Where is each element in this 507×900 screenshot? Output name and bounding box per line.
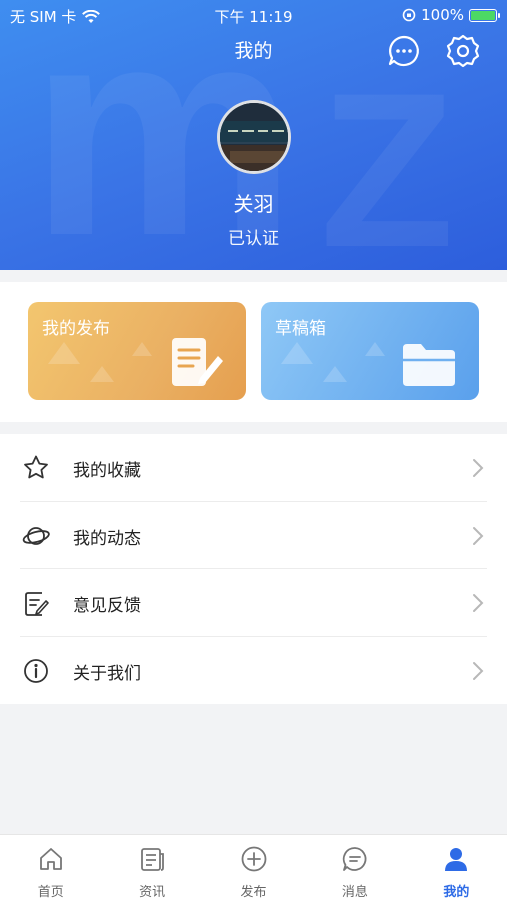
plus-circle-icon bbox=[241, 846, 266, 872]
decoration-triangle bbox=[90, 366, 114, 382]
menu-item-label: 意见反馈 bbox=[73, 596, 141, 616]
tab-publish[interactable]: 发布 bbox=[203, 835, 304, 900]
menu-item-favorites[interactable]: 我的收藏 bbox=[0, 434, 507, 502]
tab-label: 首页 bbox=[37, 885, 64, 900]
chevron-right-icon bbox=[473, 594, 484, 612]
menu-item-label: 关于我们 bbox=[73, 663, 141, 684]
drafts-label: 草稿箱 bbox=[275, 319, 326, 339]
battery-percent: 100% bbox=[421, 6, 464, 24]
profile-header: m Z 无 SIM 卡 下午 11:19 100% 我的 关羽 已认证 bbox=[0, 0, 507, 270]
user-icon bbox=[445, 848, 468, 871]
menu-item-label: 我的收藏 bbox=[73, 461, 141, 481]
my-posts-card[interactable]: 我的发布 bbox=[28, 302, 246, 400]
tab-label: 资讯 bbox=[139, 885, 166, 900]
orientation-lock-icon bbox=[402, 8, 416, 22]
chevron-right-icon bbox=[473, 661, 484, 680]
drafts-card[interactable]: 草稿箱 bbox=[261, 302, 479, 400]
decoration-triangle bbox=[323, 366, 347, 382]
user-name: 关羽 bbox=[233, 192, 274, 216]
avatar[interactable] bbox=[217, 100, 291, 174]
tab-label: 我的 bbox=[443, 885, 470, 900]
folder-icon bbox=[403, 344, 455, 386]
menu-item-about[interactable]: 关于我们 bbox=[0, 637, 507, 705]
menu-item-label: 我的动态 bbox=[73, 528, 141, 549]
status-battery-group: 100% bbox=[402, 6, 500, 24]
settings-gear-icon[interactable] bbox=[446, 34, 480, 68]
my-posts-label: 我的发布 bbox=[42, 319, 110, 339]
decoration-triangle bbox=[281, 342, 313, 364]
document-icon bbox=[172, 338, 223, 386]
verified-status: 已认证 bbox=[228, 229, 279, 249]
planet-icon bbox=[22, 526, 50, 545]
menu-item-feedback[interactable]: 意见反馈 bbox=[0, 569, 507, 637]
decoration-triangle bbox=[365, 342, 385, 356]
chat-icon bbox=[342, 847, 367, 871]
feedback-icon bbox=[25, 592, 49, 616]
quick-cards: 我的发布 草稿箱 bbox=[0, 282, 507, 422]
tab-label: 发布 bbox=[240, 885, 267, 900]
tab-home[interactable]: 首页 bbox=[0, 835, 101, 900]
settings-menu: 我的收藏 我的动态 意见反馈 关于我们 bbox=[0, 434, 507, 704]
bottom-tab-bar: 首页 资讯 发布 消息 我的 bbox=[0, 834, 507, 900]
decoration-triangle bbox=[132, 342, 152, 356]
status-bar: 无 SIM 卡 下午 11:19 100% bbox=[0, 0, 507, 30]
tab-profile[interactable]: 我的 bbox=[406, 835, 507, 900]
menu-item-activity[interactable]: 我的动态 bbox=[0, 502, 507, 569]
info-icon bbox=[24, 658, 48, 683]
chevron-right-icon bbox=[473, 526, 484, 545]
page-title: 我的 bbox=[234, 40, 273, 62]
message-icon[interactable] bbox=[387, 34, 421, 68]
home-icon bbox=[39, 848, 62, 870]
profile-screen: m Z 无 SIM 卡 下午 11:19 100% 我的 关羽 已认证 我的发布… bbox=[0, 0, 507, 900]
star-icon bbox=[24, 455, 48, 479]
tab-messages[interactable]: 消息 bbox=[304, 835, 405, 900]
tab-label: 消息 bbox=[341, 885, 368, 900]
battery-icon bbox=[469, 8, 500, 22]
news-icon bbox=[141, 848, 165, 871]
tab-news[interactable]: 资讯 bbox=[101, 835, 202, 900]
chevron-right-icon bbox=[473, 459, 484, 477]
decoration-triangle bbox=[48, 342, 80, 364]
